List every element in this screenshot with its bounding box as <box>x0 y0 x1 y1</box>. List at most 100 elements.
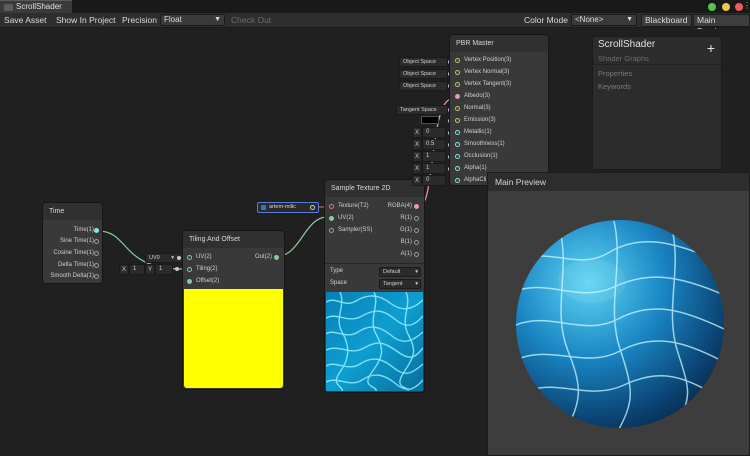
albedo-port[interactable] <box>455 94 460 99</box>
blackboard-title: ScrollShader <box>598 39 656 50</box>
offset-input-port[interactable] <box>187 279 192 284</box>
alpha-port[interactable] <box>455 166 460 171</box>
keywords-section[interactable]: Keywords <box>598 82 631 91</box>
main-preview-toggle-button[interactable]: Main Preview <box>693 14 750 36</box>
cosine-time-port[interactable] <box>94 251 99 256</box>
tiling-y-input[interactable]: 1 <box>155 264 173 275</box>
r-output-label: R(1) <box>400 215 412 221</box>
alpha-clip-port[interactable] <box>455 178 460 183</box>
delta-time-port[interactable] <box>94 263 99 268</box>
vertex-position-port[interactable] <box>455 58 460 63</box>
space-dropdown[interactable]: Tangent ▾ <box>379 279 421 289</box>
tab-scrollshader[interactable]: ScrollShader <box>0 0 72 13</box>
type-dropdown[interactable]: Default ▾ <box>379 267 421 277</box>
main-preview-panel[interactable]: Main Preview <box>487 172 750 456</box>
sine-time-output: Sine Time(1) <box>59 238 94 244</box>
normal-space[interactable]: Tangent Space <box>396 105 448 115</box>
time-node[interactable]: Time Time(1) Sine Time(1) Cosine Time(1)… <box>43 203 102 283</box>
vertex-tangent-space[interactable]: Object Space <box>399 81 448 91</box>
uv-input-port[interactable] <box>187 255 192 260</box>
texture-input-port[interactable] <box>329 204 334 209</box>
metallic-input[interactable]: 0 <box>422 127 446 138</box>
tiling-y-label: Y <box>145 264 155 275</box>
sampler-input-port[interactable] <box>329 228 334 233</box>
uv-select-connector <box>177 256 181 260</box>
a-output-label: A(1) <box>400 251 412 257</box>
shader-graph-icon <box>4 4 13 11</box>
preview-sphere <box>516 220 724 428</box>
precision-value: Float <box>164 15 182 24</box>
vertex-normal-space[interactable]: Object Space <box>399 69 448 79</box>
chevron-down-icon: ▾ <box>171 255 174 261</box>
b-output-port[interactable] <box>414 240 419 245</box>
precision-dropdown[interactable]: Float ▼ <box>160 14 225 26</box>
color-mode-dropdown[interactable]: <None> ▼ <box>571 14 637 26</box>
alpha-input[interactable]: 1 <box>422 163 446 174</box>
wire-tiling-to-uv <box>277 216 328 257</box>
smoothness-label: Smoothness(1) <box>464 141 505 147</box>
check-out-button[interactable]: Check Out <box>231 14 271 27</box>
metallic-x-label: X <box>412 127 422 138</box>
texture-preview <box>326 292 423 391</box>
smooth-delta-port[interactable] <box>94 274 99 279</box>
blackboard-panel[interactable]: ScrollShader Shader Graphs + Properties … <box>592 36 722 170</box>
vertex-normal-port[interactable] <box>455 70 460 75</box>
normal-port[interactable] <box>455 106 460 111</box>
show-in-project-button[interactable]: Show In Project <box>53 14 119 27</box>
out-output-label: Out(2) <box>254 254 272 260</box>
precision-label: Precision <box>122 15 157 25</box>
smooth-delta-output: Smooth Delta(1) <box>50 273 94 279</box>
smoothness-port[interactable] <box>455 142 460 147</box>
save-asset-button[interactable]: Save Asset <box>1 14 50 27</box>
sample-texture-2d-node[interactable]: Sample Texture 2D Texture(T2) UV(2) Samp… <box>325 180 424 392</box>
properties-section[interactable]: Properties <box>598 69 632 78</box>
close-window-button[interactable] <box>735 3 743 11</box>
object-picker-icon[interactable] <box>310 205 315 210</box>
preview-viewport[interactable] <box>488 191 749 455</box>
texture-input-label: Texture(T2) <box>338 203 369 209</box>
blackboard-toggle-button[interactable]: Blackboard <box>641 14 692 27</box>
time-node-title: Time <box>43 203 102 220</box>
texture-object-field[interactable]: artem-milic <box>257 202 319 213</box>
tiling-input-port[interactable] <box>187 267 192 272</box>
tab-title: ScrollShader <box>16 2 62 11</box>
emission-color-swatch[interactable] <box>421 116 439 124</box>
graph-toolbar: Save Asset Show In Project Precision Flo… <box>0 13 750 36</box>
offset-input-label: Offset(2) <box>196 278 220 284</box>
tiling-x-input[interactable]: 1 <box>129 264 145 275</box>
rgba-output-port[interactable] <box>414 204 419 209</box>
a-output-port[interactable] <box>414 252 419 257</box>
occlusion-input[interactable]: 1 <box>422 151 446 162</box>
sine-time-port[interactable] <box>94 239 99 244</box>
r-output-port[interactable] <box>414 216 419 221</box>
smoothness-input[interactable]: 0.5 <box>422 139 446 150</box>
alpha-clip-label: AlphaCli <box>464 177 487 183</box>
texture-name: artem-milic <box>269 204 296 210</box>
g-output-label: G(1) <box>400 227 412 233</box>
emission-port[interactable] <box>455 118 460 123</box>
out-output-port[interactable] <box>274 255 279 260</box>
chevron-down-icon: ▾ <box>415 269 418 275</box>
uv-input-label: UV(2) <box>196 254 212 260</box>
more-options-icon[interactable]: ⋮ <box>743 1 750 10</box>
g-output-port[interactable] <box>414 228 419 233</box>
type-label: Type <box>330 268 344 274</box>
vertex-normal-label: Vertex Normal(3) <box>464 69 510 75</box>
time-output: Time(1) <box>73 227 94 233</box>
time-output-port[interactable] <box>94 228 99 233</box>
emission-label: Emission(3) <box>464 117 496 123</box>
metallic-port[interactable] <box>455 130 460 135</box>
vertex-position-space[interactable]: Object Space <box>399 57 448 67</box>
maximize-window-button[interactable] <box>708 3 716 11</box>
uv-input-port[interactable] <box>329 216 334 221</box>
minimize-window-button[interactable] <box>722 3 730 11</box>
tiling-and-offset-node[interactable]: Tiling And Offset UV(2) Tiling(2) Offset… <box>183 231 284 389</box>
normal-label: Normal(3) <box>464 105 491 111</box>
add-property-button[interactable]: + <box>707 40 715 56</box>
sample-node-title: Sample Texture 2D <box>325 180 424 197</box>
occlusion-port[interactable] <box>455 154 460 159</box>
alpha-clip-input[interactable]: 0 <box>422 175 446 186</box>
occlusion-x-label: X <box>412 151 422 162</box>
vertex-tangent-port[interactable] <box>455 82 460 87</box>
pbr-master-node[interactable]: PBR Master Vertex Position(3) Vertex Nor… <box>450 35 548 185</box>
